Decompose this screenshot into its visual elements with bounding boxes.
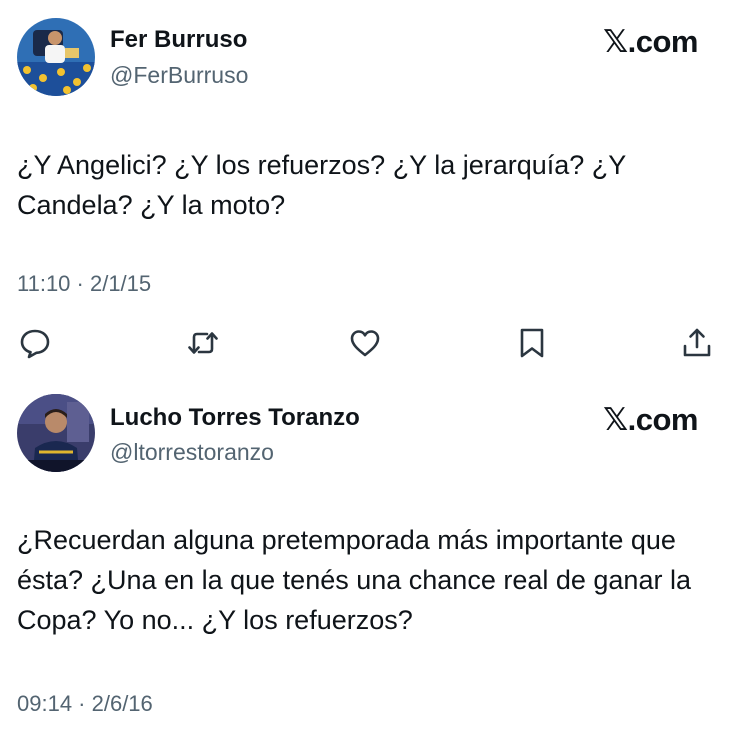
handle[interactable]: @FerBurruso	[110, 61, 248, 89]
display-name[interactable]: Fer Burruso	[110, 26, 247, 54]
tweet-text: ¿Y Angelici? ¿Y los refuerzos? ¿Y la jer…	[17, 150, 626, 220]
tweet-actions	[0, 326, 730, 360]
avatar[interactable]	[17, 18, 95, 96]
tweet-card[interactable]: Fer Burruso @FerBurruso 𝕏.com ¿Y Angelic…	[0, 0, 730, 380]
display-name[interactable]: Lucho Torres Toranzo	[110, 404, 360, 432]
tweet-card[interactable]: Lucho Torres Toranzo @ltorrestoranzo 𝕏.c…	[0, 380, 730, 730]
timestamp[interactable]: 09:14 · 2/6/16	[17, 690, 153, 718]
reply-icon	[20, 329, 50, 359]
share-icon	[683, 328, 711, 357]
share-button[interactable]	[680, 326, 714, 360]
bookmark-button[interactable]	[515, 326, 549, 360]
avatar[interactable]	[17, 394, 95, 472]
timestamp[interactable]: 11:10 · 2/1/15	[17, 270, 151, 298]
x-logo: 𝕏.com	[603, 402, 698, 437]
reply-button[interactable]	[18, 326, 52, 360]
handle[interactable]: @ltorrestoranzo	[110, 438, 274, 466]
heart-icon	[350, 330, 380, 357]
x-logo: 𝕏.com	[603, 24, 698, 59]
bookmark-icon	[520, 328, 544, 358]
like-button[interactable]	[348, 326, 382, 360]
retweet-button[interactable]	[186, 326, 220, 360]
tweet-text: ¿Recuerdan alguna pretemporada más impor…	[17, 525, 691, 635]
retweet-icon	[188, 332, 218, 354]
